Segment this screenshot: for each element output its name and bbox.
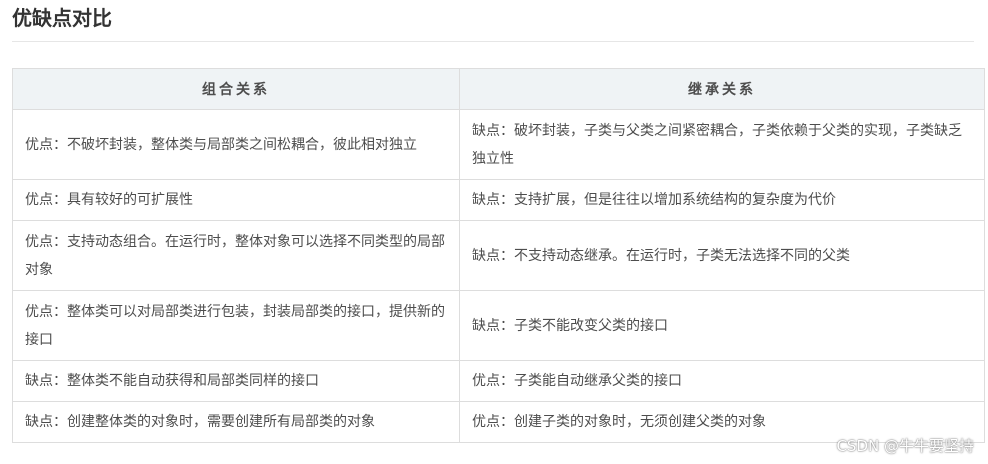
header-inheritance: 继承关系 xyxy=(459,68,985,110)
table-row: 缺点：整体类不能自动获得和局部类同样的接口 优点：子类能自动继承父类的接口 xyxy=(12,360,985,402)
composition-cell: 优点：支持动态组合。在运行时，整体对象可以选择不同类型的局部对象 xyxy=(12,220,460,291)
table-row: 优点：不破坏封装，整体类与局部类之间松耦合，彼此相对独立 缺点：破坏封装，子类与… xyxy=(12,109,985,180)
inheritance-cell: 缺点：子类不能改变父类的接口 xyxy=(459,290,985,361)
table-row: 优点：支持动态组合。在运行时，整体对象可以选择不同类型的局部对象 缺点：不支持动… xyxy=(12,220,985,291)
composition-cell: 优点：不破坏封装，整体类与局部类之间松耦合，彼此相对独立 xyxy=(12,109,460,180)
inheritance-cell: 缺点：支持扩展，但是往往以增加系统结构的复杂度为代价 xyxy=(459,179,985,221)
table-row: 优点：整体类可以对局部类进行包装，封装局部类的接口，提供新的接口 缺点：子类不能… xyxy=(12,290,985,361)
composition-cell: 优点：具有较好的可扩展性 xyxy=(12,179,460,221)
heading-divider xyxy=(12,41,974,42)
section-heading: 优缺点对比 xyxy=(12,6,112,30)
table-header-row: 组合关系 继承关系 xyxy=(12,68,985,110)
inheritance-cell: 缺点：不支持动态继承。在运行时，子类无法选择不同的父类 xyxy=(459,220,985,291)
inheritance-cell: 优点：子类能自动继承父类的接口 xyxy=(459,360,985,402)
header-composition: 组合关系 xyxy=(12,68,460,110)
inheritance-cell: 缺点：破坏封装，子类与父类之间紧密耦合，子类依赖于父类的实现，子类缺乏独立性 xyxy=(459,109,985,180)
comparison-table: 组合关系 继承关系 优点：不破坏封装，整体类与局部类之间松耦合，彼此相对独立 缺… xyxy=(12,68,985,443)
composition-cell: 缺点：整体类不能自动获得和局部类同样的接口 xyxy=(12,360,460,402)
composition-cell: 缺点：创建整体类的对象时，需要创建所有局部类的对象 xyxy=(12,401,460,443)
csdn-watermark: CSDN @牛牛要坚持 xyxy=(836,437,974,455)
composition-cell: 优点：整体类可以对局部类进行包装，封装局部类的接口，提供新的接口 xyxy=(12,290,460,361)
table-row: 优点：具有较好的可扩展性 缺点：支持扩展，但是往往以增加系统结构的复杂度为代价 xyxy=(12,179,985,221)
